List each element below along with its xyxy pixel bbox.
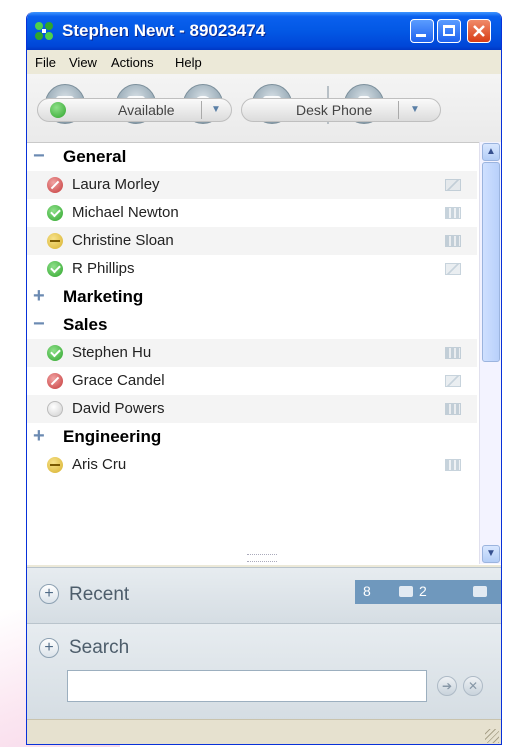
group-label: Sales <box>63 315 108 334</box>
available-status-icon <box>50 102 66 118</box>
scroll-up-button[interactable]: ▲ <box>482 143 500 161</box>
recent-panel: + Recent 8 2 <box>27 567 501 624</box>
maximize-icon <box>443 25 455 36</box>
group-label: General <box>63 147 127 166</box>
phone-icon <box>399 586 413 597</box>
phone-icon[interactable] <box>445 207 461 219</box>
chevron-down-icon: ▼ <box>211 104 221 115</box>
mail-icon[interactable] <box>445 375 461 387</box>
contact-row[interactable]: Laura Morley <box>27 171 477 199</box>
group-header[interactable]: − General <box>27 143 477 171</box>
splitter-handle[interactable] <box>247 554 277 562</box>
phone-icon[interactable] <box>445 459 461 471</box>
app-logo-icon <box>35 22 53 40</box>
group-header[interactable]: − Sales <box>27 311 477 339</box>
resize-grip-icon[interactable] <box>485 729 499 743</box>
presence-status-dropdown[interactable]: Available ▼ <box>37 98 232 122</box>
contact-name: Grace Candel <box>72 372 165 389</box>
contact-row[interactable]: Aris Cru <box>27 451 477 479</box>
maximize-button[interactable] <box>437 19 461 43</box>
contact-name: R Phillips <box>72 260 135 277</box>
pill-divider <box>201 101 202 119</box>
away-status-icon <box>47 233 63 249</box>
window-title: Stephen Newt - 89023474 <box>62 21 266 40</box>
group-label: Marketing <box>63 287 144 306</box>
vertical-scrollbar[interactable]: ▲ ▼ <box>479 142 501 564</box>
status-bar <box>27 719 501 744</box>
missed-calls-count: 8 <box>363 583 371 599</box>
available-status-icon <box>47 261 63 277</box>
contact-row[interactable]: Grace Candel <box>27 367 477 395</box>
contact-row[interactable]: R Phillips <box>27 255 477 283</box>
contact-row[interactable]: Stephen Hu <box>27 339 477 367</box>
voicemail-count: 2 <box>419 583 427 599</box>
mail-icon[interactable] <box>445 263 461 275</box>
menu-actions[interactable]: Actions <box>111 55 154 70</box>
voicemail-icon <box>473 586 487 597</box>
menu-view[interactable]: View <box>69 55 97 70</box>
recent-label[interactable]: Recent <box>69 584 129 606</box>
group-label: Engineering <box>63 427 162 446</box>
search-input[interactable] <box>67 670 427 702</box>
phone-icon[interactable] <box>445 403 461 415</box>
close-button[interactable] <box>467 19 491 43</box>
contact-list: − General Laura Morley Michael Newton Christ… <box>27 142 501 565</box>
contact-name: Christine Sloan <box>72 232 174 249</box>
available-status-icon <box>47 205 63 221</box>
scroll-thumb[interactable] <box>482 162 500 362</box>
group-header[interactable]: + Engineering <box>27 423 477 451</box>
busy-status-icon <box>47 373 63 389</box>
device-label: Desk Phone <box>296 102 373 118</box>
phone-icon[interactable] <box>445 347 461 359</box>
contact-name: Laura Morley <box>72 176 160 193</box>
group-header[interactable]: + Marketing <box>27 283 477 311</box>
search-go-button[interactable]: ➔ <box>437 676 457 696</box>
chevron-down-icon: ▼ <box>410 104 420 115</box>
mail-icon[interactable] <box>445 179 461 191</box>
menu-help[interactable]: Help <box>175 55 202 70</box>
expand-recent-button[interactable]: + <box>39 584 59 604</box>
menu-bar: File View Actions Help <box>27 50 501 74</box>
contact-name: David Powers <box>72 400 165 417</box>
busy-status-icon <box>47 177 63 193</box>
phone-icon[interactable] <box>445 235 461 247</box>
collapse-icon[interactable]: − <box>33 313 45 336</box>
presence-status-label: Available <box>118 102 175 118</box>
collapse-icon[interactable]: − <box>33 145 45 168</box>
available-status-icon <box>47 345 63 361</box>
minimize-button[interactable] <box>410 19 434 43</box>
expand-icon[interactable]: + <box>33 425 45 448</box>
contact-row[interactable]: David Powers <box>27 395 477 423</box>
expand-search-button[interactable]: + <box>39 638 59 658</box>
title-bar[interactable]: Stephen Newt - 89023474 <box>27 12 501 50</box>
contact-name: Aris Cru <box>72 456 127 473</box>
app-window: Stephen Newt - 89023474 File View Action… <box>26 12 502 745</box>
menu-file[interactable]: File <box>35 55 56 70</box>
recent-badges[interactable]: 8 2 <box>355 580 501 604</box>
scroll-down-button[interactable]: ▼ <box>482 545 500 563</box>
contact-row[interactable]: Christine Sloan <box>27 227 477 255</box>
device-dropdown[interactable]: Desk Phone ▼ <box>241 98 441 122</box>
contact-name: Stephen Hu <box>72 344 152 361</box>
clear-search-button[interactable]: ✕ <box>463 676 483 696</box>
pill-divider <box>398 101 399 119</box>
offline-status-icon <box>47 401 63 417</box>
contact-name: Michael Newton <box>72 204 179 221</box>
away-status-icon <box>47 457 63 473</box>
search-label: Search <box>69 637 130 658</box>
contact-row[interactable]: Michael Newton <box>27 199 477 227</box>
minimize-icon <box>416 34 426 37</box>
expand-icon[interactable]: + <box>33 285 45 308</box>
close-icon <box>473 25 485 37</box>
